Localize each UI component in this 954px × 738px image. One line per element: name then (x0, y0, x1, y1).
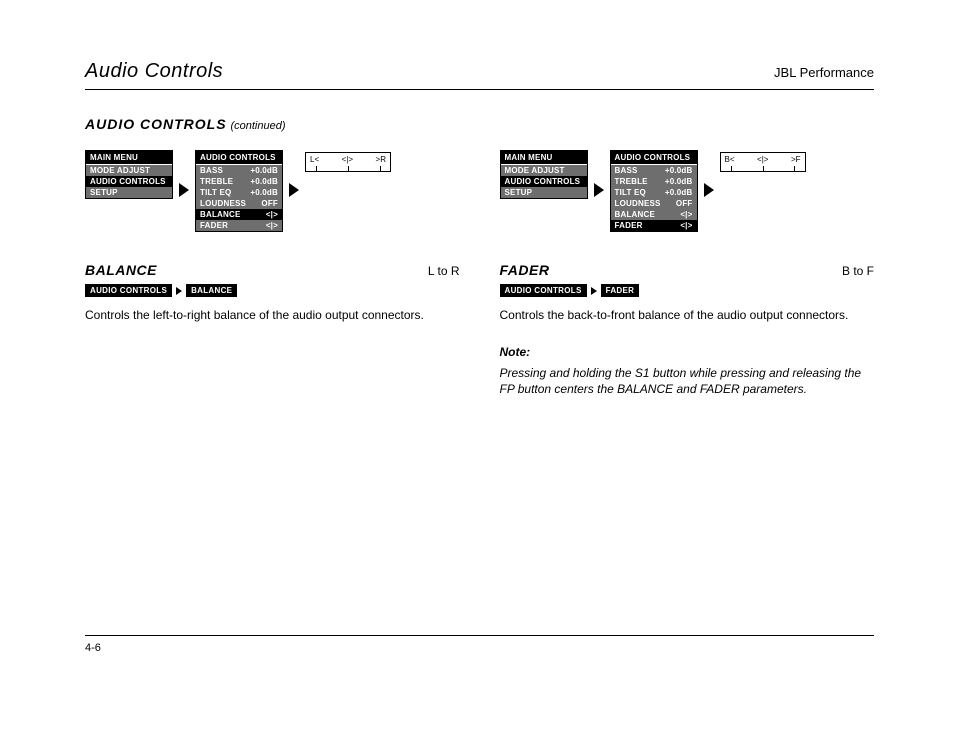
crumb: AUDIO CONTROLS (500, 284, 587, 297)
fader-column: MAIN MENU MODE ADJUST AUDIO CONTROLS SET… (500, 150, 875, 398)
arrow-right-icon (179, 183, 189, 197)
menu-item: FADER<|> (196, 220, 282, 231)
balance-main-menu: MAIN MENU MODE ADJUST AUDIO CONTROLS SET… (85, 150, 173, 199)
balance-heading-row: BALANCE L to R (85, 262, 460, 278)
running-header: Audio Controls JBL Performance (85, 60, 874, 90)
menu-item: BASS+0.0dB (611, 165, 697, 176)
menu-header: AUDIO CONTROLS (196, 151, 282, 165)
page-number: 4-6 (85, 642, 101, 654)
balance-nav-strip: MAIN MENU MODE ADJUST AUDIO CONTROLS SET… (85, 150, 460, 232)
fader-breadcrumb: AUDIO CONTROLS FADER (500, 284, 875, 297)
header-left: Audio Controls (85, 60, 223, 83)
scale-ticks (306, 166, 390, 172)
balance-scale: L< <|> >R (305, 152, 391, 172)
menu-item-selected: BALANCE<|> (196, 209, 282, 220)
crumb: BALANCE (186, 284, 237, 297)
menu-item: MODE ADJUST (501, 165, 587, 176)
menu-item: BASS+0.0dB (196, 165, 282, 176)
arrow-right-icon (591, 287, 597, 295)
arrow-right-icon (594, 183, 604, 197)
section-title-text: AUDIO CONTROLS (85, 116, 227, 132)
balance-range: L to R (428, 264, 460, 278)
fader-range: B to F (842, 264, 874, 278)
manual-page: Audio Controls JBL Performance AUDIO CON… (0, 0, 954, 738)
menu-item-selected: AUDIO CONTROLS (501, 176, 587, 187)
section-title-cont: (continued) (230, 120, 285, 132)
menu-header: MAIN MENU (86, 151, 172, 165)
menu-item: SETUP (501, 187, 587, 198)
menu-item: TILT EQ+0.0dB (196, 187, 282, 198)
fader-submenu: AUDIO CONTROLS BASS+0.0dB TREBLE+0.0dB T… (610, 150, 698, 232)
balance-breadcrumb: AUDIO CONTROLS BALANCE (85, 284, 460, 297)
scale-ticks (721, 166, 805, 172)
arrow-right-icon (176, 287, 182, 295)
balance-submenu: AUDIO CONTROLS BASS+0.0dB TREBLE+0.0dB T… (195, 150, 283, 232)
menu-item: TREBLE+0.0dB (196, 176, 282, 187)
menu-header: MAIN MENU (501, 151, 587, 165)
balance-description: Controls the left-to-right balance of th… (85, 307, 460, 323)
fader-nav-strip: MAIN MENU MODE ADJUST AUDIO CONTROLS SET… (500, 150, 875, 232)
menu-header: AUDIO CONTROLS (611, 151, 697, 165)
fader-scale: B< <|> >F (720, 152, 806, 172)
note-label: Note: (500, 345, 875, 359)
note-text: Pressing and holding the S1 button while… (500, 365, 875, 397)
arrow-right-icon (289, 183, 299, 197)
header-right: JBL Performance (774, 65, 874, 80)
arrow-right-icon (704, 183, 714, 197)
fader-heading-row: FADER B to F (500, 262, 875, 278)
fader-heading: FADER (500, 262, 550, 278)
crumb: AUDIO CONTROLS (85, 284, 172, 297)
menu-item: BALANCE<|> (611, 209, 697, 220)
section-title: AUDIO CONTROLS (continued) (85, 116, 894, 132)
balance-column: MAIN MENU MODE ADJUST AUDIO CONTROLS SET… (85, 150, 460, 398)
menu-item: TREBLE+0.0dB (611, 176, 697, 187)
menu-item: LOUDNESSOFF (196, 198, 282, 209)
crumb: FADER (601, 284, 640, 297)
menu-item-selected: FADER<|> (611, 220, 697, 231)
menu-item-selected: AUDIO CONTROLS (86, 176, 172, 187)
two-column-layout: MAIN MENU MODE ADJUST AUDIO CONTROLS SET… (85, 150, 874, 398)
page-footer: 4-6 (85, 635, 874, 654)
balance-heading: BALANCE (85, 262, 157, 278)
menu-item: LOUDNESSOFF (611, 198, 697, 209)
menu-item: MODE ADJUST (86, 165, 172, 176)
fader-main-menu: MAIN MENU MODE ADJUST AUDIO CONTROLS SET… (500, 150, 588, 199)
fader-description: Controls the back-to-front balance of th… (500, 307, 875, 323)
menu-item: SETUP (86, 187, 172, 198)
menu-item: TILT EQ+0.0dB (611, 187, 697, 198)
